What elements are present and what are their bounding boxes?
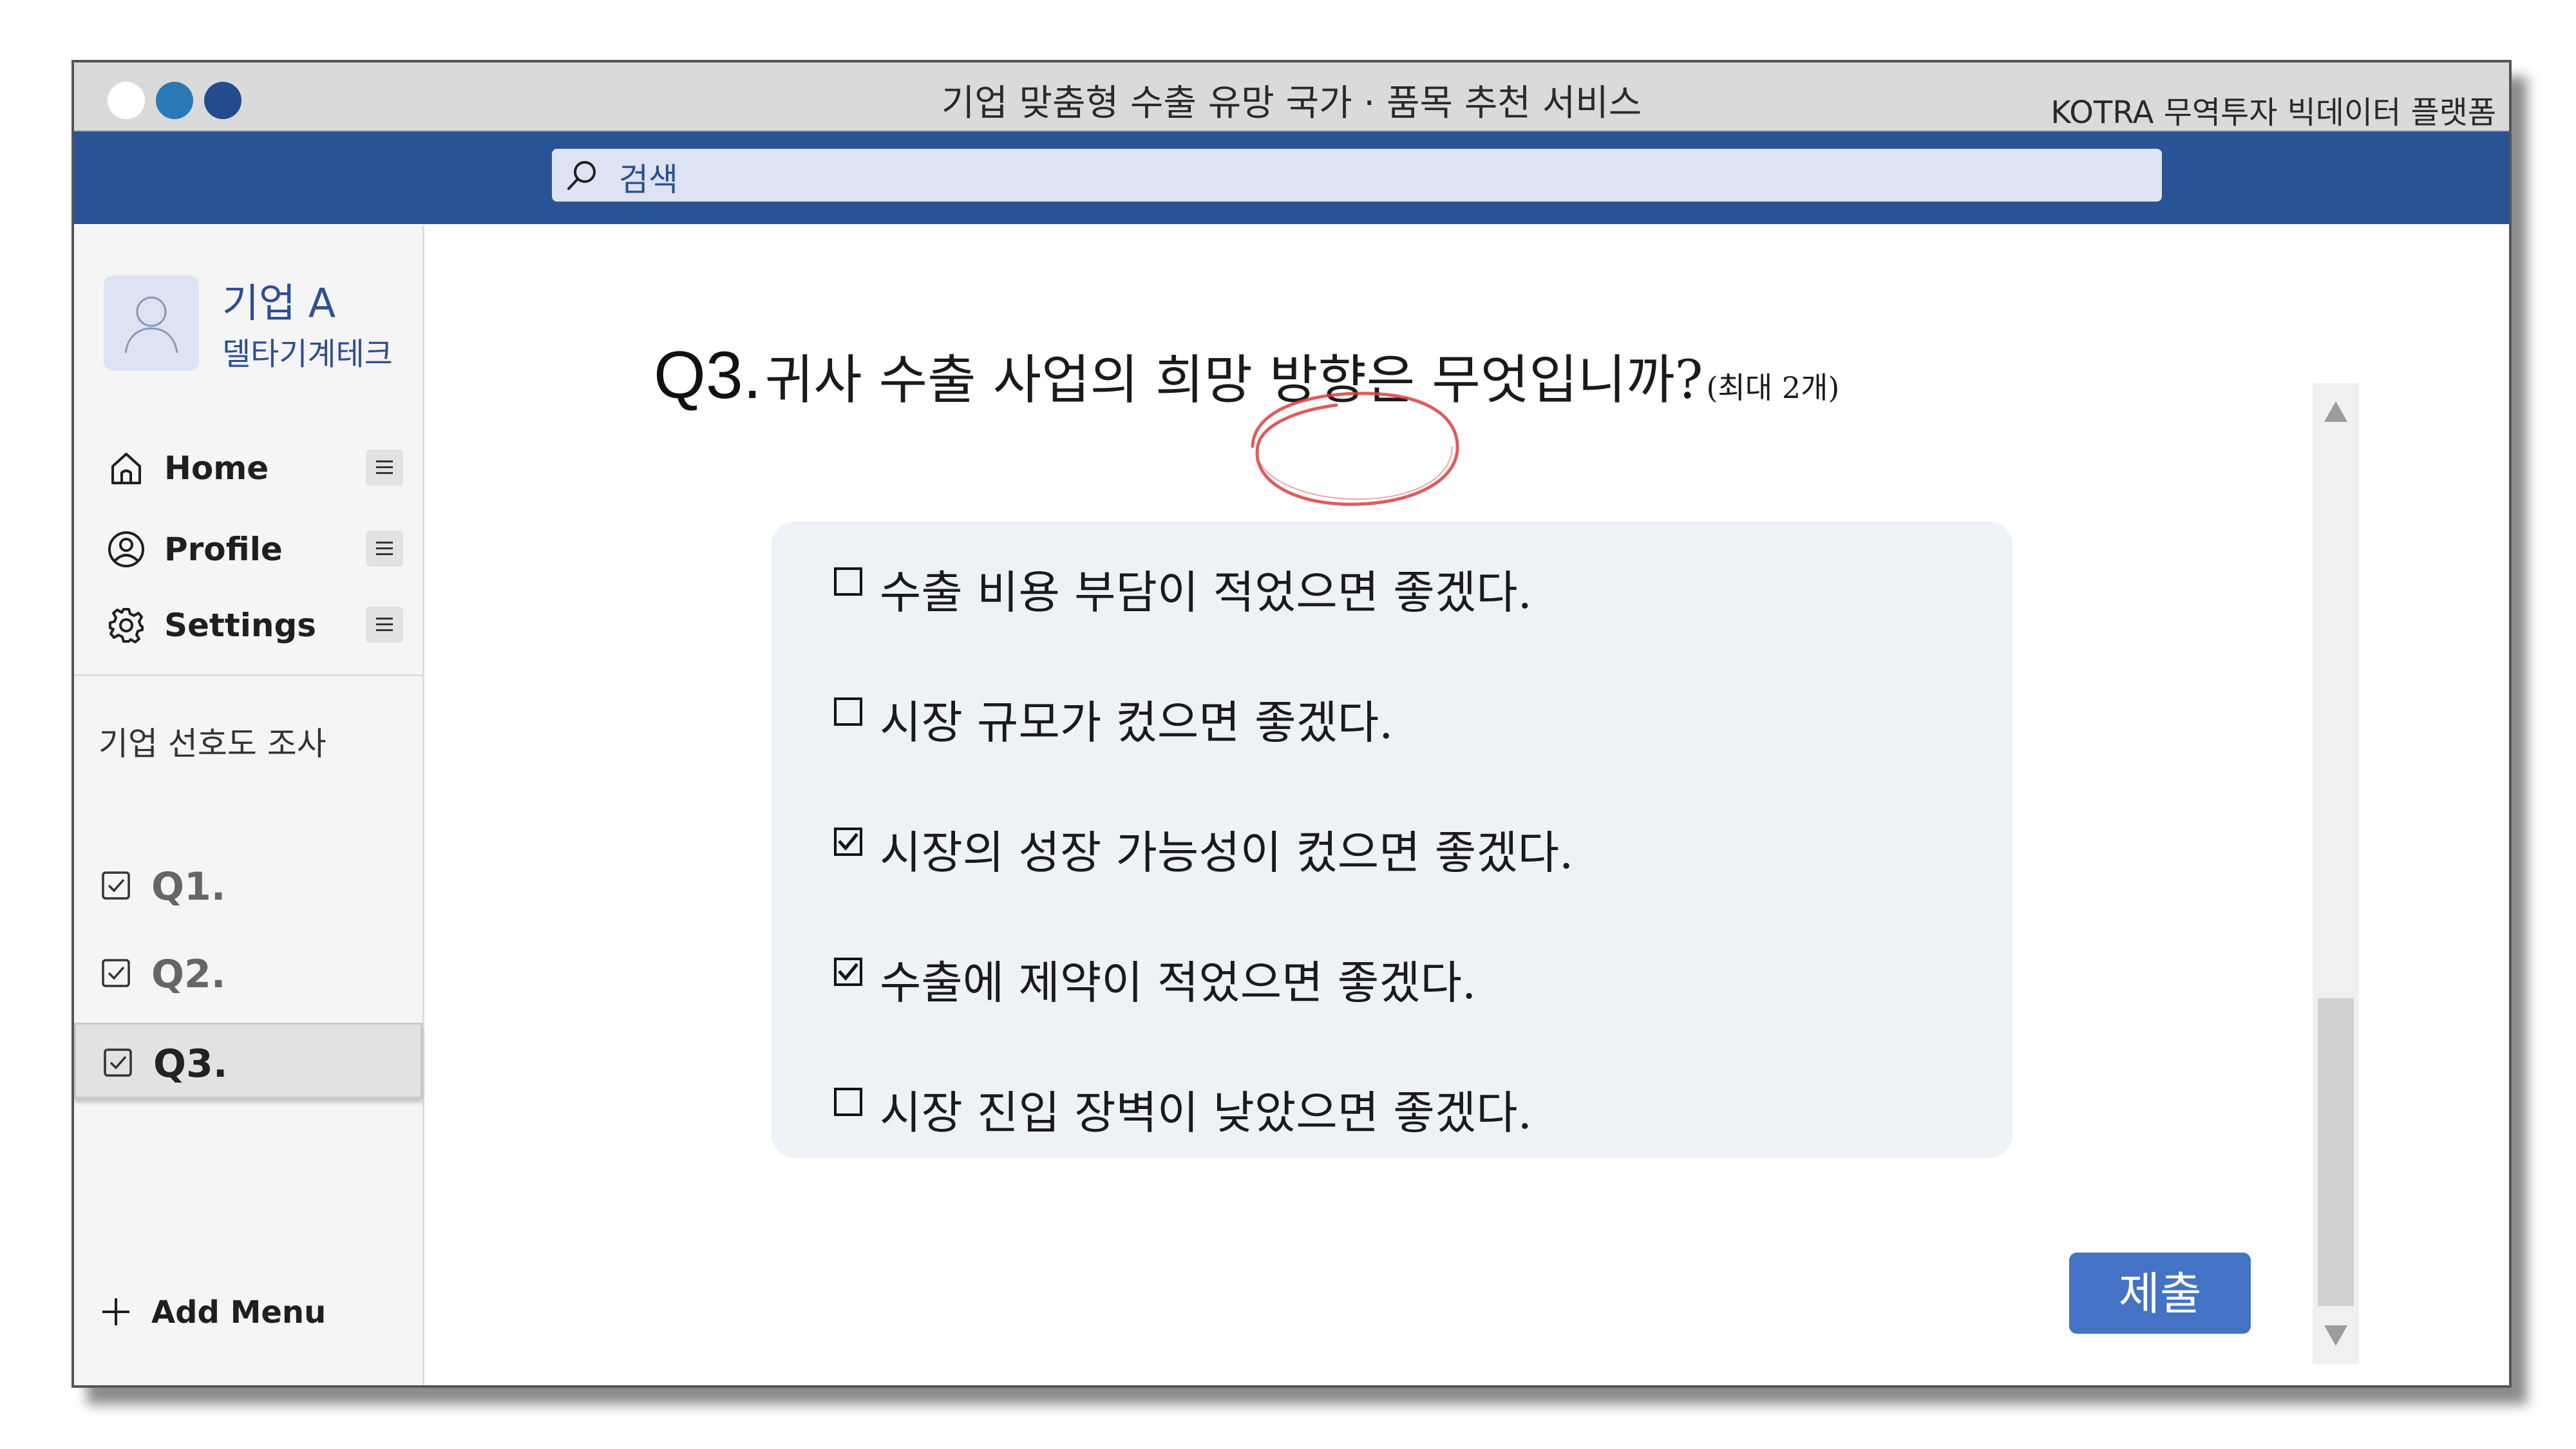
- drag-handle-icon[interactable]: [366, 607, 403, 643]
- option-label: 시장 진입 장벽이 낮았으면 좋겠다.: [880, 1086, 1532, 1139]
- question-text: 귀사 수출 사업의 희망 방향은 무엇입니까?: [764, 350, 1703, 411]
- company-name: 기업 A: [222, 279, 336, 327]
- sidebar-item-label: Q2.: [151, 952, 226, 997]
- checkbox-checked-icon[interactable]: [833, 957, 863, 987]
- plus-icon: [102, 1298, 129, 1325]
- sidebar-item-home[interactable]: Home: [74, 435, 422, 500]
- sidebar: 기업 A 델타기계테크 Home Profile Settings 기업 선호도…: [74, 225, 424, 1385]
- option-item[interactable]: 수출에 제약이 적었으면 좋겠다.: [833, 938, 1993, 1015]
- scroll-down-icon[interactable]: [2324, 1325, 2347, 1346]
- home-icon: [111, 453, 141, 484]
- sidebar-item-label: Profile: [164, 531, 283, 568]
- annotation-circle: [1251, 392, 1459, 506]
- profile-icon: [108, 531, 144, 567]
- option-label: 시장의 성장 가능성이 컸으면 좋겠다.: [880, 826, 1574, 879]
- search-bar: 검색: [74, 131, 2509, 224]
- question-number: Q3.: [654, 338, 762, 413]
- submit-button[interactable]: 제출: [2069, 1253, 2251, 1334]
- search-placeholder: 검색: [619, 161, 678, 198]
- scrollbar-thumb[interactable]: [2318, 998, 2354, 1306]
- drag-handle-icon[interactable]: [366, 531, 403, 567]
- checkbox-checked-icon: [102, 959, 130, 987]
- option-label: 수출에 제약이 적었으면 좋겠다.: [880, 956, 1477, 1009]
- sidebar-item-profile[interactable]: Profile: [74, 516, 422, 581]
- drag-handle-icon[interactable]: [366, 450, 403, 486]
- option-label: 수출 비용 부담이 적었으면 좋겠다.: [880, 566, 1532, 619]
- sidebar-item-label: Home: [164, 450, 269, 487]
- sidebar-item-q3[interactable]: Q3.: [74, 1023, 422, 1099]
- checkbox-unchecked-icon[interactable]: [833, 1087, 863, 1117]
- user-icon: [124, 296, 178, 354]
- search-input[interactable]: 검색: [552, 149, 2162, 202]
- checkbox-unchecked-icon[interactable]: [833, 567, 863, 596]
- company-subtitle: 델타기계테크: [222, 336, 393, 372]
- survey-section-title: 기업 선호도 조사: [99, 725, 327, 762]
- checkbox-checked-icon[interactable]: [833, 827, 863, 857]
- checkbox-unchecked-icon[interactable]: [833, 697, 863, 726]
- avatar[interactable]: [104, 276, 199, 371]
- platform-name: KOTRA 무역투자 빅데이터 플랫폼: [2050, 95, 2496, 131]
- sidebar-item-settings[interactable]: Settings: [74, 592, 422, 657]
- options-panel: 수출 비용 부담이 적었으면 좋겠다. 시장 규모가 컸으면 좋겠다. 시장의 …: [772, 522, 2012, 1158]
- sidebar-item-label: Q3.: [153, 1041, 228, 1086]
- option-item[interactable]: 시장의 성장 가능성이 컸으면 좋겠다.: [833, 808, 1993, 885]
- scroll-up-icon[interactable]: [2324, 401, 2347, 422]
- checkbox-checked-icon: [104, 1048, 132, 1077]
- question-note: (최대 2개): [1706, 370, 1840, 405]
- option-label: 시장 규모가 컸으면 좋겠다.: [880, 696, 1394, 749]
- sidebar-item-label: Settings: [164, 607, 317, 644]
- sidebar-item-q1[interactable]: Q1.: [74, 848, 422, 923]
- option-item[interactable]: 수출 비용 부담이 적었으면 좋겠다.: [833, 547, 1993, 625]
- sidebar-divider: [74, 674, 422, 676]
- option-item[interactable]: 시장 규모가 컸으면 좋겠다.: [833, 677, 1993, 755]
- title-bar: 기업 맞춤형 수출 유망 국가 · 품목 추천 서비스 KOTRA 무역투자 빅…: [74, 62, 2509, 131]
- vertical-scrollbar[interactable]: [2313, 383, 2359, 1364]
- add-menu-button[interactable]: Add Menu: [100, 1288, 390, 1340]
- search-icon: [567, 161, 596, 190]
- app-window: 기업 맞춤형 수출 유망 국가 · 품목 추천 서비스 KOTRA 무역투자 빅…: [71, 60, 2512, 1388]
- add-menu-label: Add Menu: [151, 1294, 327, 1331]
- sidebar-item-q2[interactable]: Q2.: [74, 935, 422, 1011]
- gear-icon: [109, 608, 144, 643]
- sidebar-item-label: Q1.: [151, 864, 226, 909]
- checkbox-checked-icon: [102, 871, 130, 900]
- option-item[interactable]: 시장 진입 장벽이 낮았으면 좋겠다.: [833, 1068, 1993, 1145]
